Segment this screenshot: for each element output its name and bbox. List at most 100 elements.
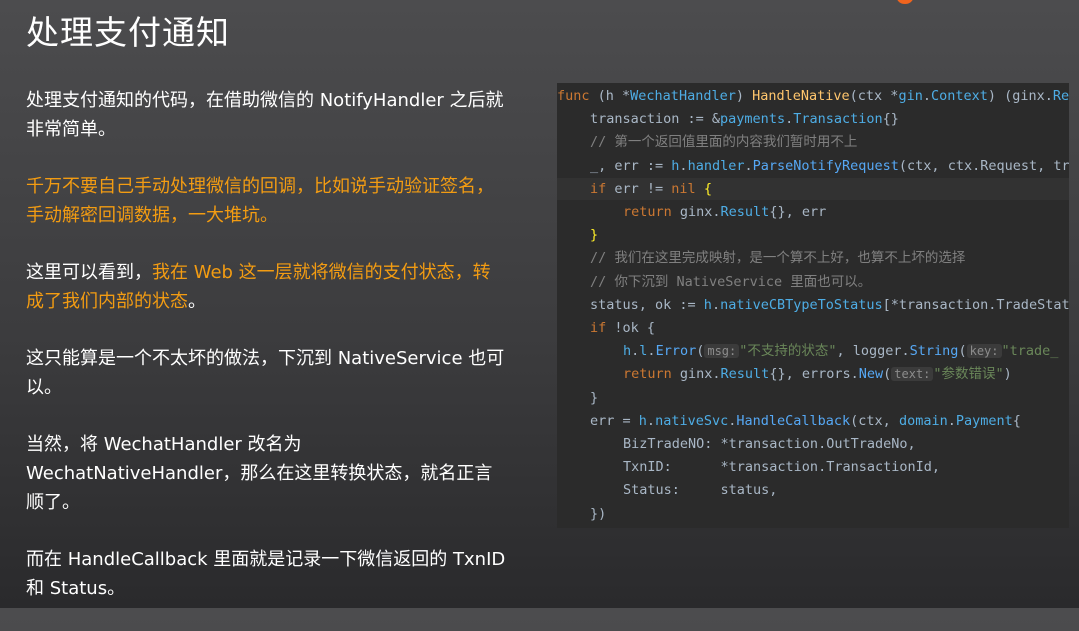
code-line: if err != nil {	[557, 177, 1069, 200]
code-token: ParseNotifyRequest	[752, 157, 899, 174]
body-text: 这里可以看到，	[26, 262, 152, 283]
code-token: nativeSvc	[655, 412, 729, 429]
paragraph-5: 当然，将 WechatHandler 改名为 WechatNativeHandl…	[26, 430, 506, 517]
paragraph-2: 千万不要自己手动处理微信的回调，比如说手动验证签名，手动解密回调数据，一大堆坑。	[26, 172, 506, 230]
paragraph-3: 这里可以看到，我在 Web 这一层就将微信的支付状态，转成了我们内部的状态。	[26, 258, 506, 316]
code-token: (ctx *	[849, 88, 899, 104]
code-token: *	[622, 88, 631, 104]
code-line: }	[557, 387, 598, 409]
param-hint: key:	[966, 344, 1002, 359]
code-token: ginx.	[679, 204, 721, 220]
code-line: BizTradeNO: *transaction.OutTradeNo,	[557, 433, 916, 455]
code-token: func	[557, 88, 598, 104]
code-line: err = h.nativeSvc.HandleCallback(ctx, do…	[557, 410, 1021, 432]
code-token: .	[646, 412, 656, 429]
code-token: payments	[720, 111, 786, 128]
code-token: (ctx, ctx.Request, tr	[898, 157, 1069, 174]
code-line: }	[557, 224, 598, 246]
code-line: return ginx.Result{}, errors.New(text: "参…	[557, 363, 1012, 385]
code-line: if !ok {	[557, 317, 655, 339]
code-line: Status: status,	[557, 479, 777, 501]
code-token: )	[735, 88, 753, 104]
code-line: TxnID: *transaction.TransactionId,	[557, 456, 940, 478]
code-token: {	[703, 180, 712, 197]
code-token: // 第一个返回值里面的内容我们暂时用不上	[590, 134, 858, 151]
code-token: (h	[597, 88, 623, 104]
slide-title: 处理支付通知	[26, 13, 230, 52]
code-token: if	[590, 320, 615, 336]
body-text: 这只能算是一个不太坏的做法，下沉到 NativeService 也可以。	[26, 348, 505, 398]
code-token: String	[909, 343, 959, 360]
code-token: h	[623, 343, 632, 360]
code-token: err !=	[614, 180, 672, 197]
orange-decoration	[897, 0, 913, 4]
code-token: )	[1003, 366, 1012, 383]
code-token: domain	[898, 412, 948, 429]
code-token: h	[703, 296, 712, 313]
code-line: transaction := &payments.Transaction{}	[557, 108, 899, 130]
body-text: 处理支付通知的代码，在借助微信的 NotifyHandler 之后就非常简单。	[26, 90, 504, 140]
code-token: .	[711, 296, 721, 313]
code-token: nil	[671, 180, 704, 197]
code-token: return	[623, 204, 680, 220]
code-token: {}, err	[769, 204, 827, 220]
code-token: Context	[930, 88, 988, 104]
code-token: err =	[590, 412, 639, 429]
code-token: {}, errors.	[769, 366, 859, 383]
code-token: .	[679, 157, 688, 174]
explanation-text: 处理支付通知的代码，在借助微信的 NotifyHandler 之后就非常简单。千…	[26, 86, 506, 631]
code-token: gin	[898, 88, 923, 104]
code-token: "不支持的状态"	[739, 343, 837, 360]
code-line: })	[557, 503, 606, 525]
code-line: status, ok := h.nativeCBTypeToStatus[*tr…	[557, 294, 1069, 316]
code-token: h	[638, 412, 647, 429]
code-token: {}	[882, 111, 899, 128]
code-token: HandleNative	[752, 88, 850, 104]
code-token: Result	[720, 204, 770, 220]
code-token: [*transaction.TradeStat	[882, 296, 1069, 313]
code-line: return ginx.Result{}, err	[557, 201, 826, 223]
code-token: , logger.	[836, 343, 910, 360]
code-token: "参数错误"	[933, 366, 1004, 383]
code-token: transaction := &	[590, 111, 721, 128]
code-token: .	[922, 88, 931, 104]
code-screenshot: func (h *WechatHandler) HandleNative(ctx…	[557, 83, 1069, 528]
code-token: }	[590, 227, 599, 244]
code-token: handler	[687, 157, 745, 174]
code-token: ) (ginx.	[987, 88, 1053, 104]
code-token: // 我们在这里完成映射，是一个算不上好，也算不上坏的选择	[590, 250, 966, 267]
body-text: 当然，将 WechatHandler 改名为 WechatNativeHandl…	[26, 434, 493, 513]
body-text: 而在 HandleCallback 里面就是记录一下微信返回的 TxnID 和 …	[26, 549, 506, 599]
paragraph-1: 处理支付通知的代码，在借助微信的 NotifyHandler 之后就非常简单。	[26, 86, 506, 144]
code-token: (ctx,	[850, 412, 899, 429]
code-token: ginx.	[679, 366, 721, 383]
code-token: })	[590, 505, 607, 522]
paragraph-6: 而在 HandleCallback 里面就是记录一下微信返回的 TxnID 和 …	[26, 545, 506, 603]
paragraph-4: 这只能算是一个不太坏的做法，下沉到 NativeService 也可以。	[26, 344, 506, 402]
body-text: 。	[188, 291, 206, 312]
code-token: Status: status,	[623, 482, 778, 499]
code-token: !ok {	[614, 320, 656, 336]
highlighted-text: 千万不要自己手动处理微信的回调，比如说手动验证签名，手动解密回调数据，一大堆坑。	[26, 176, 494, 226]
code-token: WechatHandler	[630, 88, 736, 104]
code-token: if	[590, 180, 615, 197]
code-token: }	[590, 389, 599, 406]
code-line: h.l.Error(msg: "不支持的状态", logger.String(ke…	[557, 340, 1058, 362]
code-token: return	[623, 366, 680, 383]
code-token: .	[785, 111, 794, 128]
code-token: .	[744, 157, 753, 174]
code-token: Payment	[955, 412, 1013, 429]
code-line: // 第一个返回值里面的内容我们暂时用不上	[557, 131, 857, 153]
code-token: {	[1012, 412, 1021, 429]
code-token: BizTradeNO: *transaction.OutTradeNo,	[623, 436, 916, 452]
code-token: Result	[720, 366, 770, 383]
code-token: Transaction	[793, 111, 883, 128]
code-token: TxnID: *transaction.TransactionId,	[623, 459, 940, 476]
code-token: .	[647, 343, 656, 360]
code-token: Error	[655, 343, 697, 360]
param-hint: text:	[891, 367, 934, 382]
code-token: Re	[1052, 88, 1069, 104]
code-token: "trade_	[1001, 343, 1059, 360]
code-line: func (h *WechatHandler) HandleNative(ctx…	[557, 85, 1069, 107]
code-token: New	[858, 366, 884, 383]
